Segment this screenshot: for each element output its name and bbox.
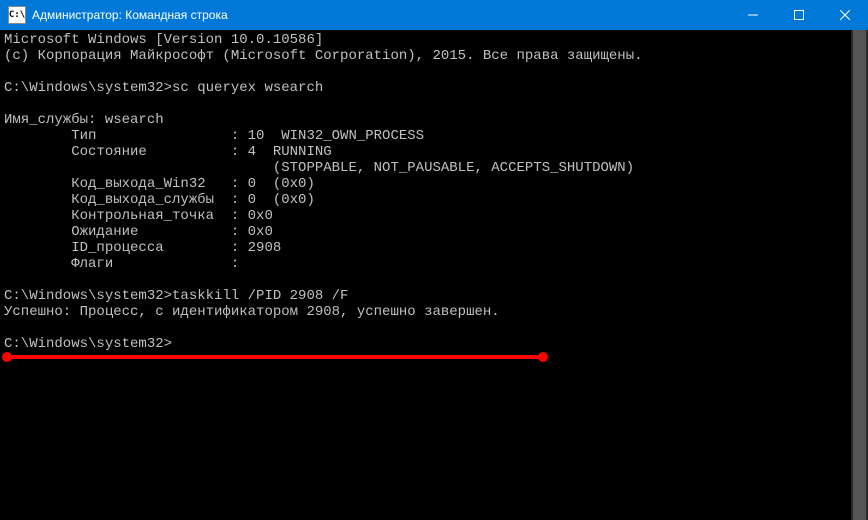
terminal-output[interactable]: Microsoft Windows [Version 10.0.10586] (… [0, 30, 851, 520]
line: Состояние : 4 RUNNING [4, 144, 332, 160]
window-title: Администратор: Командная строка [32, 8, 730, 22]
command: sc queryex wsearch [172, 80, 323, 96]
close-button[interactable] [822, 0, 868, 30]
client-area: Microsoft Windows [Version 10.0.10586] (… [0, 30, 868, 520]
titlebar[interactable]: C:\ Администратор: Командная строка [0, 0, 868, 30]
prompt: C:\Windows\system32> [4, 80, 172, 96]
highlight-dot-right [538, 352, 548, 362]
line: ID_процесса : 2908 [4, 240, 281, 256]
command: taskkill /PID 2908 /F [172, 288, 348, 304]
line: Флаги : [4, 256, 239, 272]
line: Ожидание : 0x0 [4, 224, 273, 240]
line: Код_выхода_Win32 : 0 (0x0) [4, 176, 315, 192]
highlight-underline [7, 355, 543, 359]
maximize-button[interactable] [776, 0, 822, 30]
vertical-scrollbar[interactable] [851, 30, 868, 520]
app-icon: C:\ [8, 6, 26, 24]
line: Тип : 10 WIN32_OWN_PROCESS [4, 128, 424, 144]
minimize-button[interactable] [730, 0, 776, 30]
line: (STOPPABLE, NOT_PAUSABLE, ACCEPTS_SHUTDO… [4, 160, 634, 176]
scrollbar-thumb[interactable] [853, 30, 866, 520]
line: Код_выхода_службы : 0 (0x0) [4, 192, 315, 208]
line: Microsoft Windows [Version 10.0.10586] [4, 32, 323, 48]
window-controls [730, 0, 868, 30]
line: Имя_службы: wsearch [4, 112, 164, 128]
prompt: C:\Windows\system32> [4, 288, 172, 304]
line: Успешно: Процесс, с идентификатором 2908… [4, 304, 500, 320]
highlight-dot-left [2, 352, 12, 362]
command-prompt-window: C:\ Администратор: Командная строка Micr… [0, 0, 868, 520]
line: (c) Корпорация Майкрософт (Microsoft Cor… [4, 48, 643, 64]
prompt: C:\Windows\system32> [4, 336, 172, 352]
line: Контрольная_точка : 0x0 [4, 208, 273, 224]
